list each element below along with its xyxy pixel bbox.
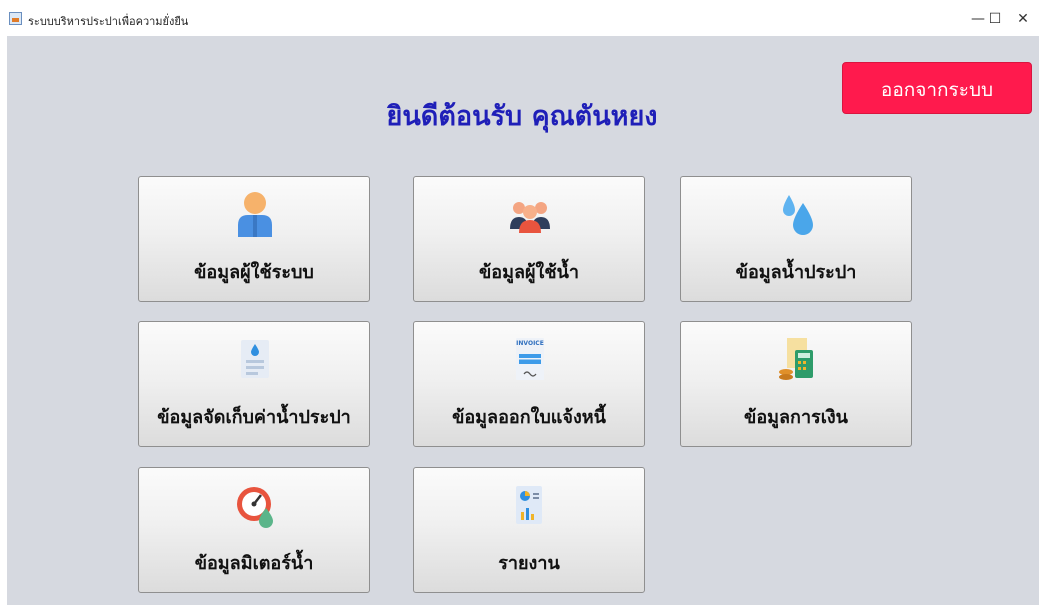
- maximize-button[interactable]: ☐: [980, 8, 1010, 30]
- water-meter-icon: [237, 487, 273, 528]
- close-button[interactable]: ✕: [1008, 8, 1038, 30]
- java-app-icon: [9, 12, 22, 25]
- menu-label: รายงาน: [498, 553, 560, 574]
- menu-button-system-users[interactable]: ข้อมูลผู้ใช้ระบบ: [138, 176, 370, 302]
- water-bill-icon: [241, 340, 269, 378]
- menu-label: ข้อมูลจัดเก็บค่าน้ำประปา: [157, 407, 351, 428]
- invoice-icon-text: INVOICE: [516, 340, 544, 347]
- menu-button-finance[interactable]: ข้อมูลการเงิน: [680, 321, 912, 447]
- menu-button-report[interactable]: รายงาน: [413, 467, 645, 593]
- menu-button-invoice[interactable]: INVOICE ข้อมูลออกใบแจ้งหนี้: [413, 321, 645, 447]
- group-icon: [510, 202, 550, 233]
- menu-label: ข้อมูลผู้ใช้น้ำ: [479, 262, 579, 283]
- menu-label: ข้อมูลผู้ใช้ระบบ: [194, 262, 314, 283]
- main-panel: ยินดีต้อนรับ คุณตันหยง ออกจากระบบ ข้อมูล…: [7, 36, 1039, 605]
- menu-label: ข้อมูลการเงิน: [744, 407, 848, 428]
- water-drops-icon: [783, 195, 813, 235]
- menu-label: ข้อมูลมิเตอร์น้ำ: [194, 553, 314, 574]
- menu-label: ข้อมูลน้ำประปา: [735, 262, 857, 283]
- user-icon: [238, 192, 272, 237]
- welcome-heading: ยินดีต้อนรับ คุณตันหยง: [386, 101, 658, 132]
- app-window: ระบบบริหารประปาเพื่อความยั่งยืน — ☐ ✕ ยิ…: [0, 0, 1039, 605]
- finance-calculator-icon: [779, 338, 813, 380]
- invoice-icon: INVOICE: [516, 338, 544, 380]
- menu-button-water-fee-collection[interactable]: ข้อมูลจัดเก็บค่าน้ำประปา: [138, 321, 370, 447]
- window-title: ระบบบริหารประปาเพื่อความยั่งยืน: [28, 15, 189, 28]
- menu-button-water-supply[interactable]: ข้อมูลน้ำประปา: [680, 176, 912, 302]
- menu-button-water-users[interactable]: ข้อมูลผู้ใช้น้ำ: [413, 176, 645, 302]
- report-icon: [516, 486, 542, 524]
- title-bar: ระบบบริหารประปาเพื่อความยั่งยืน — ☐ ✕: [0, 0, 1039, 36]
- logout-button[interactable]: ออกจากระบบ: [842, 62, 1032, 114]
- menu-label: ข้อมูลออกใบแจ้งหนี้: [452, 407, 606, 428]
- menu-button-water-meter[interactable]: ข้อมูลมิเตอร์น้ำ: [138, 467, 370, 593]
